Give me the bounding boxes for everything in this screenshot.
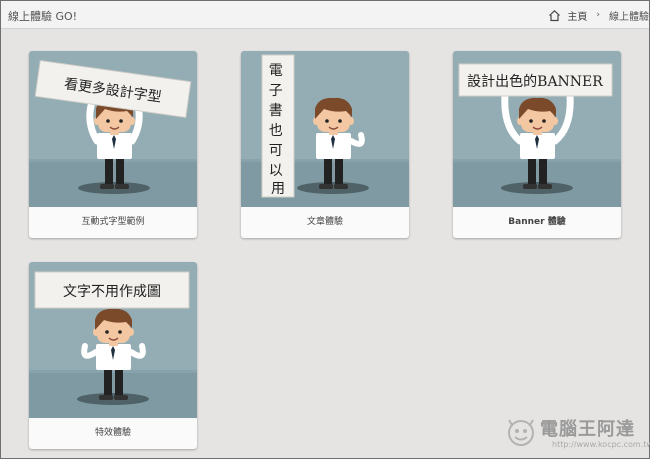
card-illustration: 看更多設計字型 [29,51,197,207]
watermark-name: 電腦王阿達 [540,419,635,440]
sign-text-3: 設計出色的BANNER [467,73,603,90]
watermark: 電腦王阿達 http://www.kocpc.com.tw [506,415,650,453]
sign-text-4: 文字不用作成圖 [63,284,161,300]
card-caption[interactable]: 互動式字型範例 [29,207,197,238]
chevron-right-icon: › [596,10,600,20]
breadcrumb: 主頁 › 線上體驗 [548,7,649,23]
card-effects-demo[interactable]: 文字不用作成圖 特效體驗 [29,262,197,449]
card-article-demo[interactable]: 電 子 書 也 可 以 用 文章體驗 [241,51,409,238]
card-font-demo[interactable]: 看更多設計字型 互動式字型範例 [29,51,197,238]
breadcrumb-current: 線上體驗 [609,11,649,23]
card-illustration: 電 子 書 也 可 以 用 [241,51,409,207]
watermark-url: http://www.kocpc.com.tw [552,440,650,449]
card-illustration: 設計出色的BANNER [453,51,621,207]
card-caption[interactable]: 特效體驗 [29,418,197,449]
card-caption[interactable]: Banner 體驗 [453,207,621,238]
top-bar: 線上體驗 GO! 主頁 › 線上體驗 [1,1,649,29]
site-title[interactable]: 線上體驗 GO! [8,8,77,24]
home-icon[interactable] [548,9,561,22]
card-illustration: 文字不用作成圖 [29,262,197,418]
kocpc-logo-icon [508,419,534,446]
card-banner-demo[interactable]: 設計出色的BANNER Banner 體驗 [453,51,621,238]
breadcrumb-home-link[interactable]: 主頁 [567,8,587,23]
card-caption[interactable]: 文章體驗 [241,207,409,238]
sign-text-2: 電 子 書 也 可 以 用 [269,63,287,197]
